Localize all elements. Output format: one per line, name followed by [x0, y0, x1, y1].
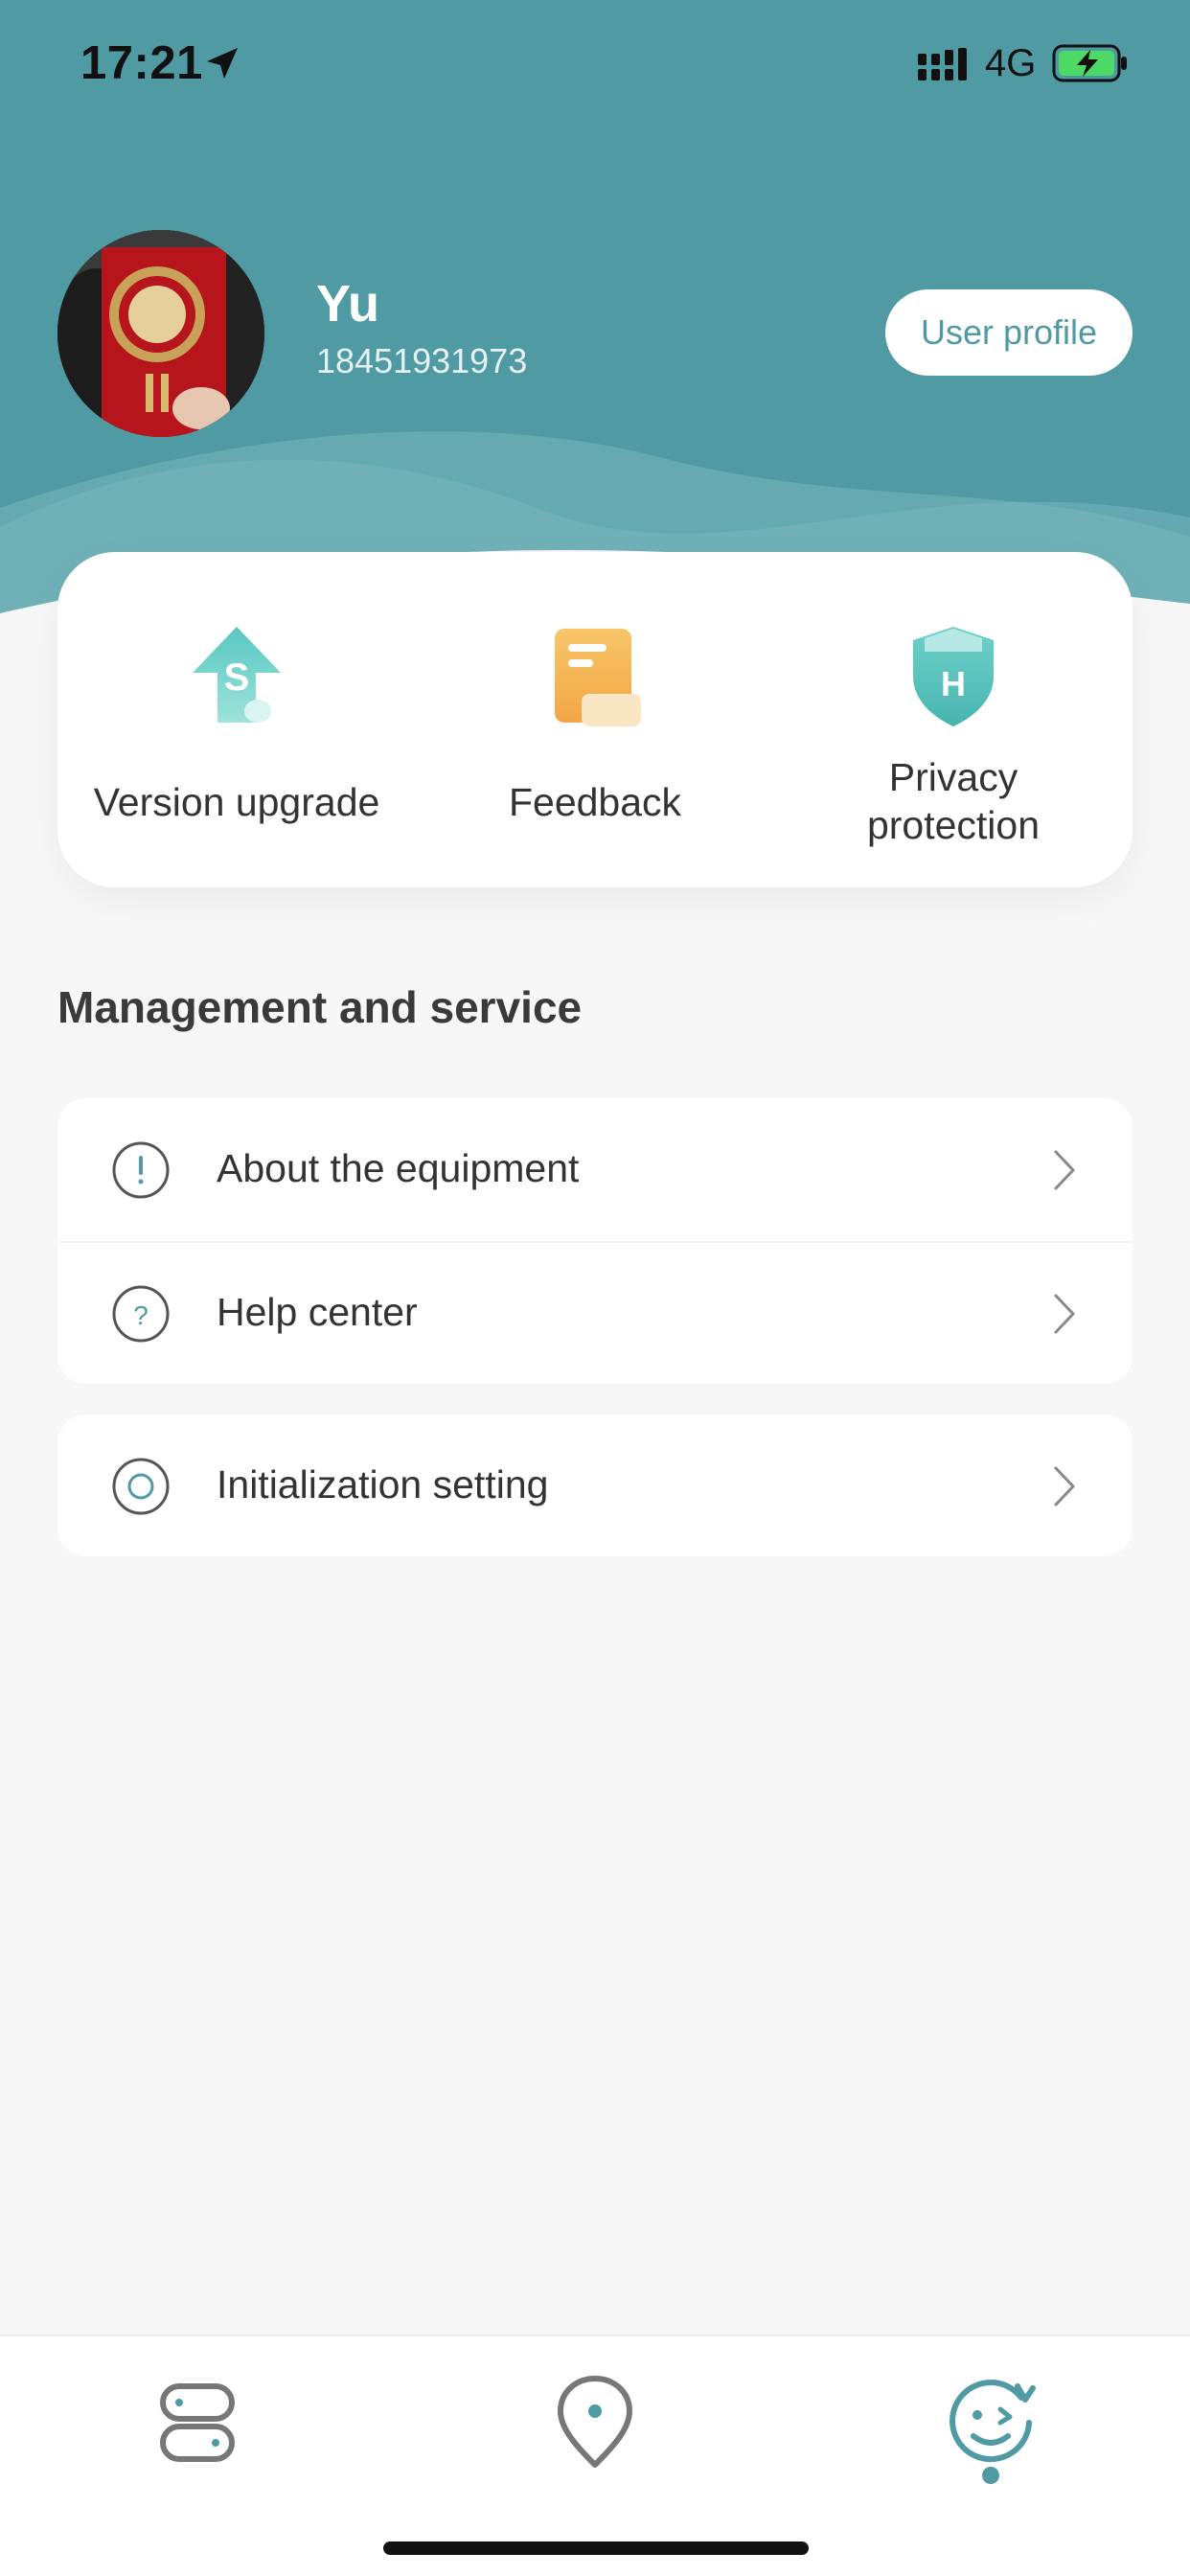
battery-icon — [1052, 44, 1127, 82]
svg-text:S: S — [224, 656, 250, 699]
active-tab-indicator — [982, 2467, 999, 2484]
tab-location[interactable] — [538, 2365, 652, 2480]
privacy-label-line1: Privacy — [888, 755, 1018, 799]
shield-icon: H — [913, 627, 994, 726]
home-indicator[interactable] — [383, 2542, 809, 2555]
reset-icon — [112, 1458, 170, 1515]
profile-header: 17:21 4G Yu 18451931973 User profile — [0, 0, 1190, 632]
user-name: Yu — [316, 275, 380, 333]
devices-icon — [160, 2383, 235, 2462]
user-profile-button[interactable]: User profile — [885, 289, 1133, 376]
privacy-protection-button[interactable]: H Privacy protection — [774, 552, 1133, 887]
version-upgrade-label: Version upgrade — [93, 780, 380, 824]
chevron-right-icon — [1054, 1150, 1075, 1190]
menu-item-label: About the equipment — [217, 1146, 580, 1190]
tab-devices[interactable] — [140, 2365, 255, 2480]
feedback-button[interactable]: Feedback — [416, 552, 774, 887]
feedback-icon — [555, 629, 641, 726]
menu-item-label: Help center — [217, 1290, 418, 1334]
info-icon — [112, 1141, 170, 1199]
version-upgrade-button[interactable]: S Version upgrade — [57, 552, 416, 887]
avatar-image — [57, 230, 264, 437]
signal-icon — [918, 48, 967, 80]
status-bar: 17:21 4G — [0, 0, 1190, 134]
privacy-label-line2: protection — [866, 803, 1041, 847]
network-type: 4G — [985, 42, 1037, 84]
menu-item-label: Initialization setting — [217, 1462, 549, 1506]
quick-actions-card: S Version upgrade Feedback H Privacy pro… — [57, 552, 1133, 887]
management-card: About the equipment ? Help center — [57, 1098, 1133, 1384]
svg-text:?: ? — [133, 1300, 149, 1330]
section-title: Management and service — [57, 982, 583, 1032]
status-time: 17:21 — [80, 37, 203, 89]
svg-text:H: H — [941, 664, 966, 703]
chevron-right-icon — [1054, 1466, 1075, 1506]
location-icon — [558, 2376, 632, 2468]
chevron-right-icon — [1054, 1294, 1075, 1334]
feedback-label: Feedback — [508, 780, 682, 824]
menu-item-about-equipment[interactable]: About the equipment — [57, 1098, 1133, 1243]
user-phone: 18451931973 — [316, 341, 528, 380]
avatar[interactable] — [57, 230, 264, 437]
menu-item-help-center[interactable]: ? Help center — [57, 1242, 1133, 1385]
upgrade-icon: S — [193, 627, 281, 723]
profile-face-icon — [950, 2380, 1036, 2463]
initialization-card: Initialization setting — [57, 1414, 1133, 1556]
privacy-protection-label: Privacy protection — [774, 753, 1133, 849]
menu-item-initialization-setting[interactable]: Initialization setting — [57, 1414, 1133, 1557]
help-icon: ? — [112, 1285, 170, 1343]
location-arrow-icon — [207, 48, 238, 79]
tab-bar — [0, 2334, 1190, 2576]
tab-profile[interactable] — [933, 2365, 1048, 2480]
